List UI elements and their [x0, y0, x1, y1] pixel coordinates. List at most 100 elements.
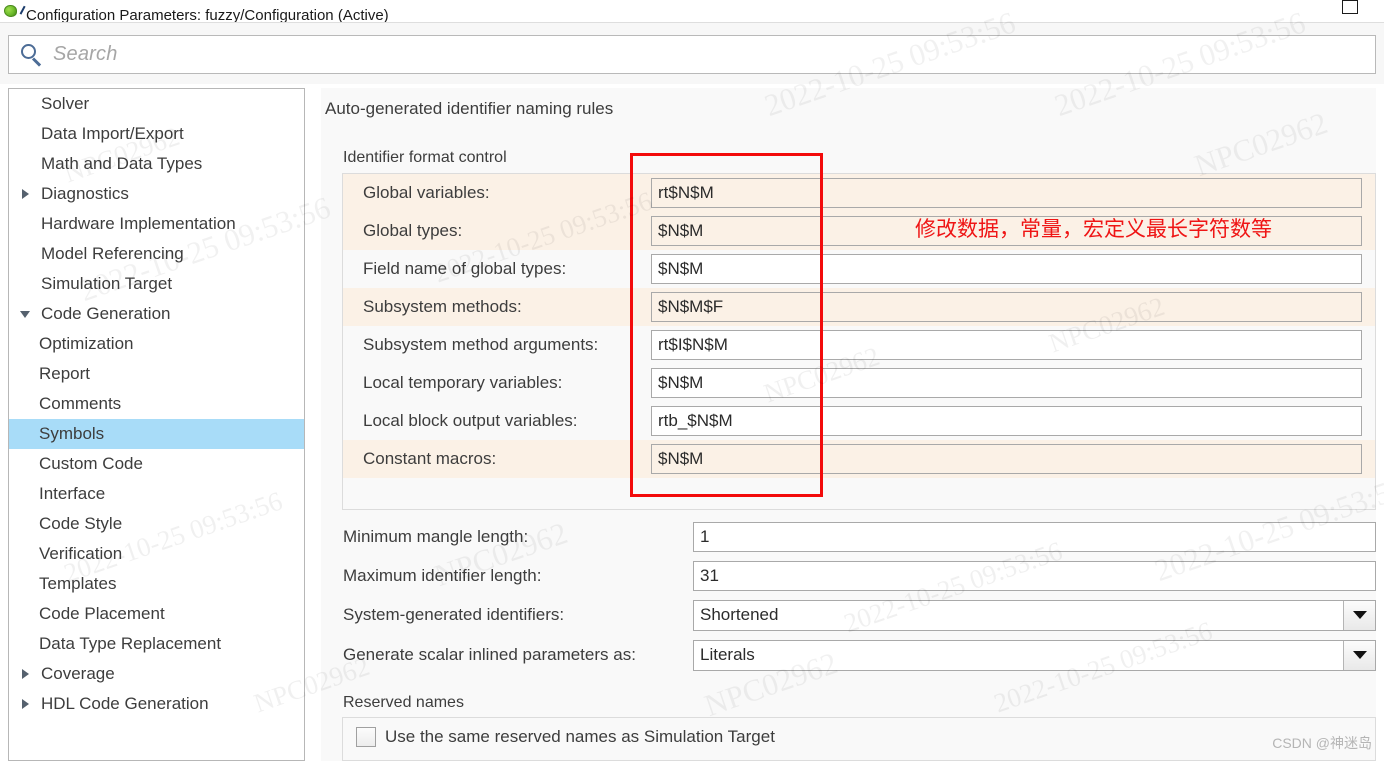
format-row: Global variables: rt$N$M: [343, 174, 1375, 212]
sidebar-item-diagnostics[interactable]: Diagnostics: [9, 179, 304, 209]
sidebar-item-label: Data Import/Export: [41, 124, 184, 143]
dropdown-selected-value: Shortened: [700, 605, 779, 624]
format-row-input[interactable]: $N$M: [651, 368, 1362, 398]
sidebar-item-hardware-implementation[interactable]: Hardware Implementation: [9, 209, 304, 239]
sidebar-item-label: Code Style: [39, 514, 123, 533]
format-row-label: Subsystem method arguments:: [363, 335, 599, 354]
format-row-label: Local temporary variables:: [363, 373, 563, 392]
chevron-down-icon[interactable]: [1343, 600, 1375, 630]
format-row-label: Field name of global types:: [363, 259, 567, 278]
sidebar-item-comments[interactable]: Comments: [9, 389, 304, 419]
setting-row: Maximum identifier length: 31: [342, 557, 1376, 595]
format-row-label: Global variables:: [363, 183, 490, 202]
group-title-identifier-format-control: Identifier format control: [343, 149, 507, 166]
format-row-label: Subsystem methods:: [363, 297, 522, 316]
sidebar-item-data-import-export[interactable]: Data Import/Export: [9, 119, 304, 149]
setting-row-dropdown[interactable]: Shortened: [693, 599, 1376, 631]
sidebar-item-code-placement[interactable]: Code Placement: [9, 599, 304, 629]
sidebar-item-label: Optimization: [39, 334, 134, 353]
sidebar-item-math-and-data-types[interactable]: Math and Data Types: [9, 149, 304, 179]
format-row: Constant macros: $N$M: [343, 440, 1375, 478]
sidebar-item-symbols[interactable]: Symbols: [9, 419, 304, 449]
use-same-reserved-names-label: Use the same reserved names as Simulatio…: [385, 727, 775, 746]
sidebar-item-verification[interactable]: Verification: [9, 539, 304, 569]
format-row: Subsystem methods: $N$M$F: [343, 288, 1375, 326]
sidebar-item-templates[interactable]: Templates: [9, 569, 304, 599]
format-row: Local block output variables: rtb_$N$M: [343, 402, 1375, 440]
restore-window-button[interactable]: [1342, 0, 1358, 14]
setting-row: Minimum mangle length: 1: [342, 518, 1376, 556]
search-input[interactable]: Search: [8, 35, 1376, 74]
sidebar-item-interface[interactable]: Interface: [9, 479, 304, 509]
setting-row-label: System-generated identifiers:: [343, 605, 565, 624]
search-icon: [17, 41, 47, 69]
settings-pane-symbols: Auto-generated identifier naming rules I…: [321, 88, 1376, 761]
sidebar-item-data-type-replacement[interactable]: Data Type Replacement: [9, 629, 304, 659]
format-row: Local temporary variables: $N$M: [343, 364, 1375, 402]
setting-row-label: Minimum mangle length:: [343, 527, 529, 546]
setting-row: Generate scalar inlined parameters as: Li…: [342, 636, 1376, 674]
dropdown-selected-value: Literals: [700, 645, 755, 664]
chevron-right-icon[interactable]: [19, 187, 33, 201]
sidebar-item-report[interactable]: Report: [9, 359, 304, 389]
sidebar-item-label: Report: [39, 364, 91, 383]
use-same-reserved-names-checkbox[interactable]: [356, 727, 376, 747]
chevron-down-icon[interactable]: [19, 307, 33, 321]
setting-row-label: Generate scalar inlined parameters as:: [343, 645, 636, 664]
setting-row-input[interactable]: 31: [693, 561, 1376, 591]
sidebar-item-code-generation[interactable]: Code Generation: [9, 299, 304, 329]
sidebar-item-label: Solver: [41, 94, 90, 113]
sidebar-item-label: Math and Data Types: [41, 154, 203, 173]
sidebar-item-label: Data Type Replacement: [39, 634, 222, 653]
format-row-input[interactable]: $N$M: [651, 254, 1362, 284]
format-row-input[interactable]: $N$M$F: [651, 292, 1362, 322]
setting-row: System-generated identifiers: Shortened: [342, 596, 1376, 634]
format-row-label: Constant macros:: [363, 449, 497, 468]
sidebar-item-model-referencing[interactable]: Model Referencing: [9, 239, 304, 269]
chevron-down-icon[interactable]: [1343, 640, 1375, 670]
format-row-label: Global types:: [363, 221, 463, 240]
format-row: Field name of global types: $N$M: [343, 250, 1375, 288]
chevron-right-icon[interactable]: [19, 667, 33, 681]
sidebar-item-solver[interactable]: Solver: [9, 89, 304, 119]
config-parameters-window: Configuration Parameters: fuzzy/Configur…: [0, 0, 1384, 761]
identifier-format-control-box: Global variables: rt$N$M Global types: $N$M…: [342, 173, 1376, 510]
sidebar-item-label: Custom Code: [39, 454, 143, 473]
sidebar-item-label: Templates: [39, 574, 117, 593]
sidebar-item-label: Model Referencing: [41, 244, 184, 263]
sidebar-item-label: Code Placement: [39, 604, 165, 623]
sidebar-item-hdl-code-generation[interactable]: HDL Code Generation: [9, 689, 304, 719]
sidebar-item-label: Hardware Implementation: [41, 214, 236, 233]
window-title: Configuration Parameters: fuzzy/Configur…: [26, 7, 389, 22]
search-placeholder: Search: [53, 43, 118, 65]
format-row-input[interactable]: $N$M: [651, 216, 1362, 246]
format-row-input[interactable]: rtb_$N$M: [651, 406, 1362, 436]
sidebar-item-label: Simulation Target: [41, 274, 173, 293]
format-row-input[interactable]: rt$I$N$M: [651, 330, 1362, 360]
group-title-reserved-names: Reserved names: [343, 694, 464, 711]
reserved-names-box: Use the same reserved names as Simulatio…: [342, 717, 1376, 761]
sidebar-item-optimization[interactable]: Optimization: [9, 329, 304, 359]
sidebar-item-label: Comments: [39, 394, 122, 413]
sidebar-item-simulation-target[interactable]: Simulation Target: [9, 269, 304, 299]
sidebar-item-custom-code[interactable]: Custom Code: [9, 449, 304, 479]
page-title: Auto-generated identifier naming rules: [325, 99, 614, 118]
reserved-names-checkbox-row[interactable]: Use the same reserved names as Simulatio…: [356, 727, 775, 747]
setting-row-label: Maximum identifier length:: [343, 566, 542, 585]
setting-row-input[interactable]: 1: [693, 522, 1376, 552]
sidebar-item-label: Code Generation: [41, 304, 171, 323]
sidebar-item-coverage[interactable]: Coverage: [9, 659, 304, 689]
sidebar-item-label: Symbols: [39, 424, 105, 443]
sidebar-item-code-style[interactable]: Code Style: [9, 509, 304, 539]
sidebar-item-label: Verification: [39, 544, 123, 563]
sidebar-item-label: Interface: [39, 484, 106, 503]
format-row-input[interactable]: rt$N$M: [651, 178, 1362, 208]
sidebar-item-label: Coverage: [41, 664, 115, 683]
chevron-right-icon[interactable]: [19, 697, 33, 711]
setting-row-dropdown[interactable]: Literals: [693, 639, 1376, 671]
format-row-input[interactable]: $N$M: [651, 444, 1362, 474]
sidebar-item-label: Diagnostics: [41, 184, 129, 203]
format-row-label: Local block output variables:: [363, 411, 578, 430]
settings-tree[interactable]: Solver Data Import/Export Math and Data Ty…: [8, 88, 305, 761]
simulink-leaf-icon: [3, 2, 26, 20]
